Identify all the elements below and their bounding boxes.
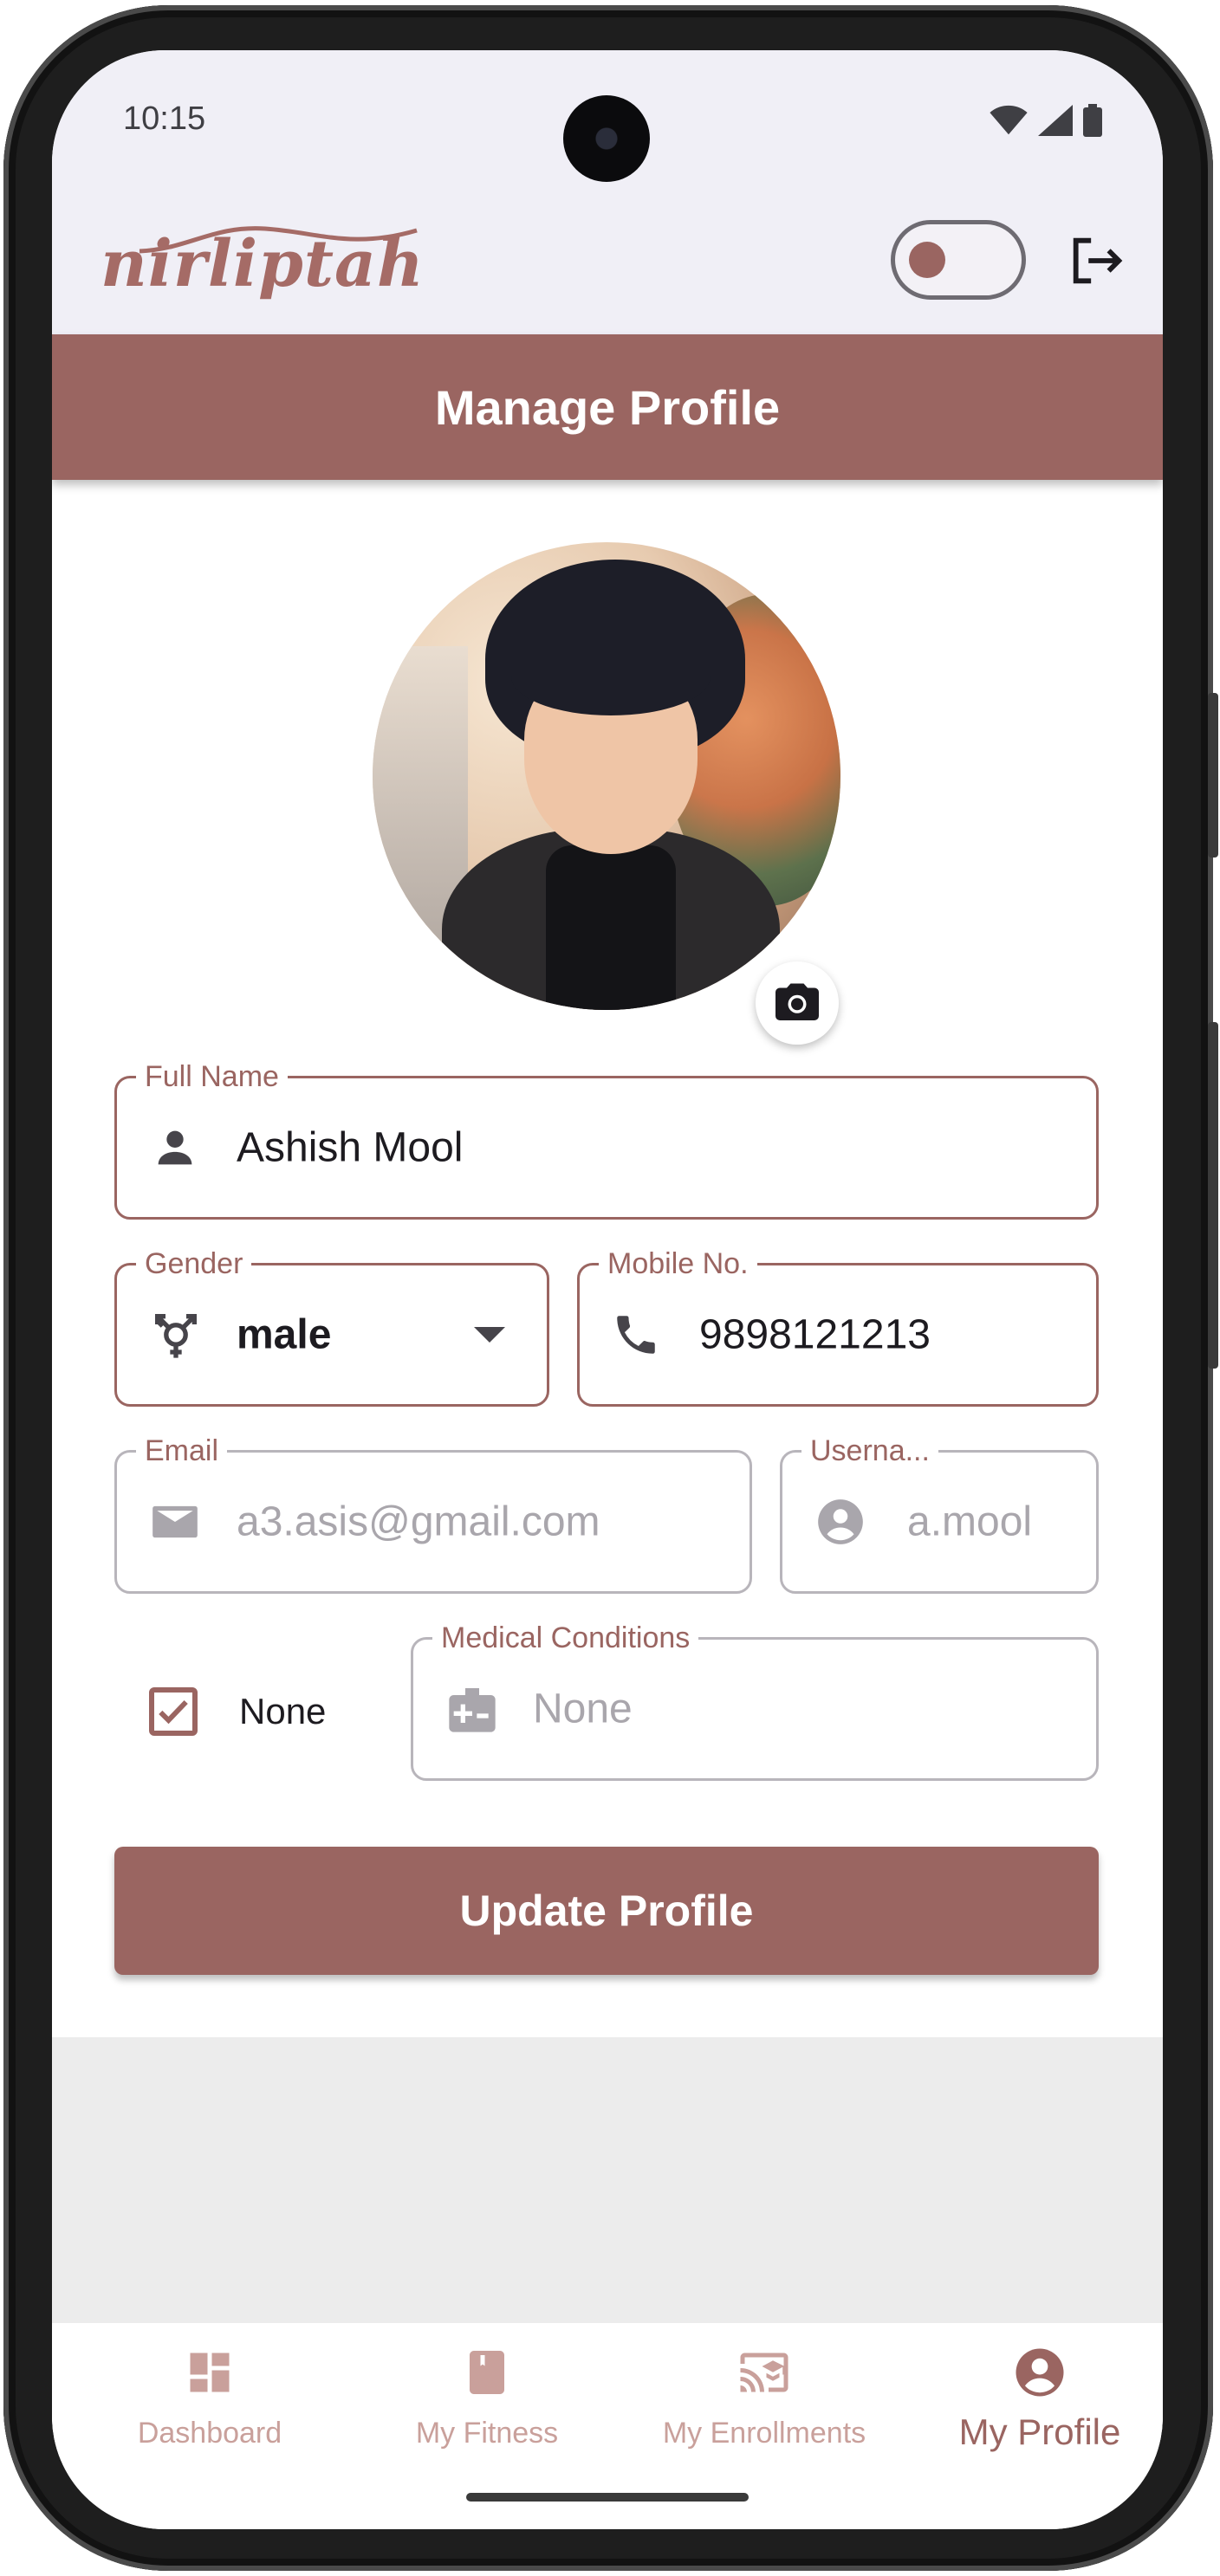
toggle-knob — [909, 242, 945, 278]
home-indicator[interactable] — [466, 2493, 749, 2502]
front-camera — [563, 95, 650, 182]
update-profile-button[interactable]: Update Profile — [114, 1847, 1099, 1975]
nav-label-my-fitness: My Fitness — [415, 2417, 559, 2450]
medical-badge-icon — [449, 1688, 496, 1732]
nav-item-my-profile[interactable]: My Profile — [910, 2342, 1163, 2453]
logout-icon[interactable] — [1066, 230, 1126, 291]
mail-icon — [152, 1505, 198, 1538]
checkmark-icon — [159, 1699, 188, 1725]
none-checkbox[interactable] — [149, 1687, 198, 1736]
person-icon — [158, 1130, 192, 1165]
nav-label-dashboard: Dashboard — [137, 2417, 282, 2450]
app-screen: 10:15 nirliptah Manage Profile Full Name… — [52, 50, 1163, 2529]
battery-icon — [1083, 104, 1102, 137]
full-name-value: Ashish Mool — [237, 1124, 464, 1171]
camera-icon — [775, 983, 819, 1020]
theme-toggle[interactable] — [891, 220, 1026, 300]
email-value: a3.asis@gmail.com — [237, 1498, 600, 1545]
dashboard-icon — [190, 2353, 230, 2392]
nav-item-my-enrollments[interactable]: My Enrollments — [634, 2342, 894, 2450]
medical-conditions-field[interactable]: Medical Conditions None — [411, 1621, 1099, 1781]
nav-item-dashboard[interactable]: Dashboard — [80, 2342, 340, 2450]
mobile-label: Mobile No. — [599, 1246, 757, 1281]
full-name-field[interactable]: Full Name Ashish Mool — [114, 1059, 1099, 1220]
username-field[interactable]: Userna... a.mool — [780, 1434, 1099, 1594]
signal-icon — [1038, 105, 1073, 136]
wifi-icon — [990, 105, 1028, 135]
book-icon — [470, 2351, 504, 2394]
medical-conditions-value: None — [533, 1686, 633, 1732]
username-label: Userna... — [801, 1434, 938, 1468]
username-value: a.mool — [907, 1498, 1033, 1545]
change-photo-button[interactable] — [756, 961, 839, 1045]
email-label: Email — [136, 1434, 228, 1468]
full-name-label: Full Name — [136, 1059, 288, 1094]
none-checkbox-label: None — [239, 1691, 327, 1731]
dropdown-arrow-icon — [474, 1327, 505, 1343]
nav-label-my-profile: My Profile — [958, 2411, 1121, 2452]
nav-item-my-fitness[interactable]: My Fitness — [357, 2342, 617, 2450]
cast-for-education-icon — [740, 2353, 788, 2392]
status-icons — [990, 104, 1102, 137]
profile-avatar[interactable] — [373, 542, 840, 1010]
gender-label: Gender — [136, 1246, 252, 1281]
gender-dropdown[interactable]: Gender male — [114, 1246, 549, 1407]
transgender-icon — [155, 1314, 197, 1358]
account-circle-icon — [1016, 2348, 1064, 2397]
mobile-value: 9898121213 — [699, 1311, 931, 1358]
gender-value: male — [237, 1311, 332, 1358]
title-bar: Manage Profile — [52, 334, 1163, 480]
phone-icon — [617, 1316, 655, 1354]
logo-swash-icon — [139, 226, 418, 254]
empty-content-area — [52, 2037, 1163, 2323]
medical-conditions-label: Medical Conditions — [432, 1621, 699, 1655]
app-bar: nirliptah — [52, 197, 1163, 334]
app-logo[interactable]: nirliptah — [101, 226, 425, 301]
page-title: Manage Profile — [434, 379, 781, 435]
email-field[interactable]: Email a3.asis@gmail.com — [114, 1434, 752, 1594]
account-circle-icon — [818, 1499, 863, 1544]
status-time: 10:15 — [123, 100, 206, 137]
power-button — [1208, 693, 1218, 858]
mobile-field[interactable]: Mobile No. 9898121213 — [577, 1246, 1099, 1407]
status-bar: 10:15 — [52, 50, 1163, 197]
nav-label-my-enrollments: My Enrollments — [662, 2417, 866, 2450]
volume-button — [1208, 1022, 1218, 1369]
